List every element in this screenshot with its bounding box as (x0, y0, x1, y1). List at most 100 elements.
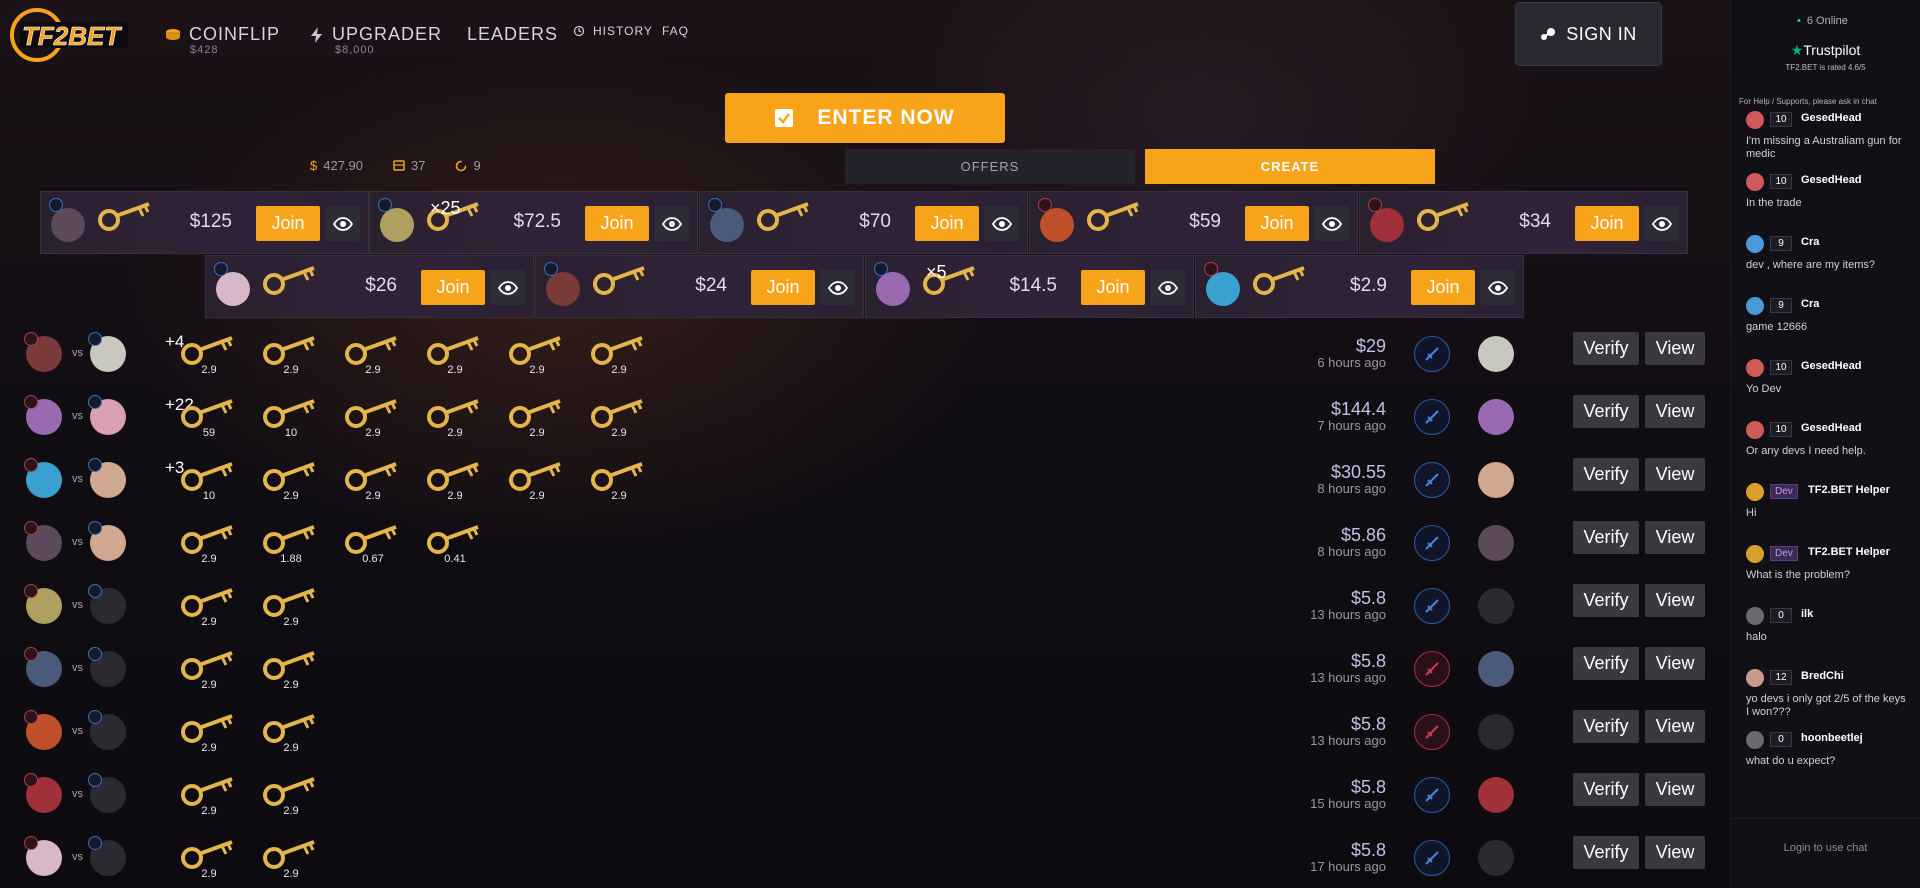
item-slot[interactable]: 2.9 (496, 389, 578, 447)
item-slot[interactable]: 2.9 (496, 326, 578, 384)
view-button[interactable] (490, 270, 525, 305)
join-button[interactable]: Join (256, 206, 320, 241)
view-button[interactable]: View (1645, 332, 1705, 365)
view-button[interactable] (984, 206, 1019, 241)
view-button[interactable]: View (1645, 836, 1705, 869)
item-slot[interactable]: 2.9 (168, 767, 250, 825)
join-button[interactable]: Join (1411, 270, 1475, 305)
item-slot[interactable]: 2.9 (250, 452, 332, 510)
verify-button[interactable]: Verify (1573, 584, 1639, 617)
chat-avatar[interactable] (1746, 359, 1764, 377)
chat-username[interactable]: Cra (1801, 298, 1819, 310)
nav-coinflip[interactable]: COINFLIP $428 (165, 24, 280, 56)
view-button[interactable]: View (1645, 584, 1705, 617)
winner-avatar[interactable] (1478, 777, 1514, 813)
chat-avatar[interactable] (1746, 173, 1764, 191)
view-button[interactable] (325, 206, 360, 241)
avatar[interactable] (546, 272, 580, 306)
item-slot[interactable]: 2.9 (414, 452, 496, 510)
join-button[interactable]: Join (1575, 206, 1639, 241)
verify-button[interactable]: Verify (1573, 773, 1639, 806)
chat-avatar[interactable] (1746, 421, 1764, 439)
item-slot[interactable]: 2.9 (168, 641, 250, 699)
verify-button[interactable]: Verify (1573, 458, 1639, 491)
chat-username[interactable]: GesedHead (1801, 174, 1862, 186)
verify-button[interactable]: Verify (1573, 332, 1639, 365)
avatar[interactable] (1040, 208, 1074, 242)
chat-avatar[interactable] (1746, 669, 1764, 687)
login-to-chat[interactable]: Login to use chat (1731, 842, 1920, 854)
view-button[interactable] (1314, 206, 1349, 241)
chat-avatar[interactable] (1746, 297, 1764, 315)
item-slot[interactable]: 2.9 (578, 326, 660, 384)
chat-username[interactable]: GesedHead (1801, 112, 1862, 124)
verify-button[interactable]: Verify (1573, 836, 1639, 869)
view-button[interactable] (1480, 270, 1515, 305)
chat-username[interactable]: Cra (1801, 236, 1819, 248)
item-slot[interactable]: 2.9 (250, 578, 332, 636)
item-slot[interactable]: 10 (250, 389, 332, 447)
enter-now-button[interactable]: ENTER NOW (725, 93, 1005, 143)
item-slot[interactable]: 2.9 (168, 326, 250, 384)
item-slot[interactable]: 0.41 (414, 515, 496, 573)
nav-upgrader[interactable]: UPGRADER $8,000 (310, 24, 442, 56)
item-slot[interactable]: 2.9 (168, 830, 250, 888)
winner-avatar[interactable] (1478, 462, 1514, 498)
avatar[interactable] (1206, 272, 1240, 306)
item-slot[interactable]: 2.9 (168, 578, 250, 636)
item-slot[interactable]: 2.9 (414, 389, 496, 447)
join-button[interactable]: Join (585, 206, 649, 241)
item-slot[interactable]: 2.9 (496, 452, 578, 510)
item-slot[interactable]: 2.9 (250, 767, 332, 825)
avatar[interactable] (1370, 208, 1404, 242)
chat-username[interactable]: BredChi (1801, 670, 1844, 682)
item-slot[interactable]: 2.9 (332, 389, 414, 447)
sign-in-button[interactable]: SIGN IN (1515, 2, 1662, 66)
chat-avatar[interactable] (1746, 111, 1764, 129)
view-button[interactable]: View (1645, 647, 1705, 680)
join-button[interactable]: Join (751, 270, 815, 305)
view-button[interactable]: View (1645, 773, 1705, 806)
avatar[interactable] (710, 208, 744, 242)
item-slot[interactable]: 2.9 (578, 452, 660, 510)
view-button[interactable]: View (1645, 710, 1705, 743)
chat-username[interactable]: TF2.BET Helper (1808, 546, 1890, 558)
verify-button[interactable]: Verify (1573, 710, 1639, 743)
nav-faq[interactable]: FAQ (662, 24, 689, 38)
verify-button[interactable]: Verify (1573, 521, 1639, 554)
view-button[interactable]: View (1645, 521, 1705, 554)
avatar[interactable] (216, 272, 250, 306)
winner-avatar[interactable] (1478, 714, 1514, 750)
chat-username[interactable]: hoonbeetlej (1801, 732, 1863, 744)
join-button[interactable]: Join (1245, 206, 1309, 241)
winner-avatar[interactable] (1478, 651, 1514, 687)
item-slot[interactable]: 2.9 (168, 515, 250, 573)
verify-button[interactable]: Verify (1573, 395, 1639, 428)
winner-avatar[interactable] (1478, 399, 1514, 435)
avatar[interactable] (380, 208, 414, 242)
chat-avatar[interactable] (1746, 235, 1764, 253)
chat-avatar[interactable] (1746, 545, 1764, 563)
join-button[interactable]: Join (1081, 270, 1145, 305)
item-slot[interactable]: 2.9 (414, 326, 496, 384)
join-button[interactable]: Join (915, 206, 979, 241)
join-button[interactable]: Join (421, 270, 485, 305)
nav-history[interactable]: HISTORY (573, 24, 653, 38)
item-slot[interactable]: 2.9 (250, 830, 332, 888)
winner-avatar[interactable] (1478, 588, 1514, 624)
item-slot[interactable]: 2.9 (250, 704, 332, 762)
item-slot[interactable]: 0.67 (332, 515, 414, 573)
item-slot[interactable]: 2.9 (168, 704, 250, 762)
tab-create[interactable]: CREATE (1145, 149, 1435, 184)
winner-avatar[interactable] (1478, 840, 1514, 876)
view-button[interactable]: View (1645, 458, 1705, 491)
nav-leaders[interactable]: LEADERS (467, 24, 558, 45)
chat-avatar[interactable] (1746, 483, 1764, 501)
view-button[interactable] (1644, 206, 1679, 241)
chat-username[interactable]: GesedHead (1801, 422, 1862, 434)
view-button[interactable] (820, 270, 855, 305)
item-slot[interactable]: 1.88 (250, 515, 332, 573)
chat-username[interactable]: ilk (1801, 608, 1813, 620)
chat-username[interactable]: TF2.BET Helper (1808, 484, 1890, 496)
item-slot[interactable]: 2.9 (332, 326, 414, 384)
